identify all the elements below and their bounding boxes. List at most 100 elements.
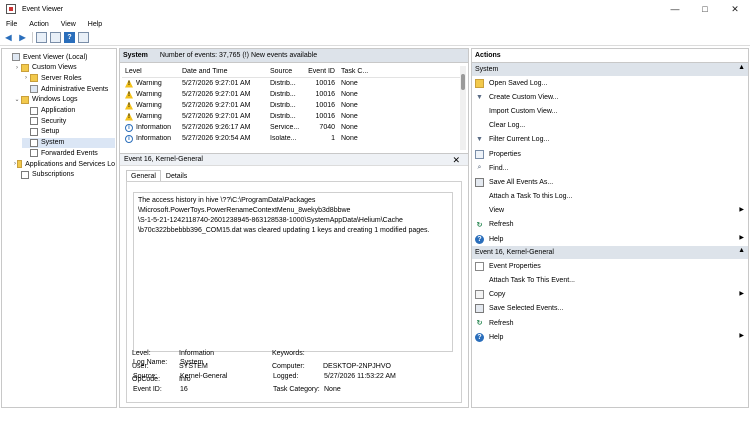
event-detail-title: Event 16, Kernel-General bbox=[124, 156, 203, 163]
actions-section-header[interactable]: Event 16, Kernel-General ▲ bbox=[472, 246, 748, 260]
blank-icon bbox=[475, 192, 484, 201]
action-item[interactable]: Attach a Task To this Log... bbox=[472, 190, 748, 204]
refresh-icon: ↻ bbox=[476, 320, 483, 328]
event-description[interactable]: The access history in hive \??\C:\Progra… bbox=[133, 192, 453, 352]
tree-item[interactable]: › Applications and Services Lo bbox=[13, 159, 115, 169]
table-row[interactable]: ! Warning 5/27/2026 9:27:01 AM Distrib... 10… bbox=[122, 89, 462, 100]
tree-item[interactable]: Event Viewer (Local) bbox=[4, 52, 115, 62]
folder-icon bbox=[21, 63, 29, 72]
events-scrollbar[interactable] bbox=[460, 66, 466, 150]
actions-list: System ▲ Open Saved Log... ▼ Create Custom V… bbox=[472, 63, 748, 344]
menu-view[interactable]: View bbox=[61, 21, 76, 28]
cell-source: Distrib... bbox=[270, 113, 296, 120]
description-line: \Microsoft.PowerToys.PowerRenameContextM… bbox=[138, 207, 351, 214]
show-hide-tree-icon[interactable] bbox=[50, 32, 61, 43]
back-arrow-icon[interactable]: ◀ bbox=[3, 32, 14, 43]
column-date-time[interactable]: Date and Time bbox=[179, 68, 267, 75]
submenu-arrow-icon: ▶ bbox=[739, 290, 744, 297]
cell-source: Distrib... bbox=[270, 91, 296, 98]
cell-level: ! Warning bbox=[122, 90, 179, 99]
table-row[interactable]: ! Warning 5/27/2026 9:27:01 AM Distrib... 10… bbox=[122, 100, 462, 111]
action-item[interactable]: View ▶ bbox=[472, 204, 748, 218]
table-row[interactable]: ! Warning 5/27/2026 9:27:01 AM Distrib... 10… bbox=[122, 78, 462, 89]
expand-chevron-icon[interactable]: › bbox=[13, 65, 21, 71]
cell-date-time: 5/27/2026 9:26:17 AM bbox=[182, 124, 251, 131]
help-icon: ? bbox=[475, 332, 484, 342]
menu-action[interactable]: Action bbox=[29, 21, 48, 28]
action-item[interactable]: Event Properties bbox=[472, 259, 748, 273]
column-source[interactable]: Source bbox=[267, 68, 305, 75]
action-item[interactable]: Copy ▶ bbox=[472, 288, 748, 302]
tree-item[interactable]: Application bbox=[22, 106, 115, 116]
copy-icon bbox=[475, 290, 484, 300]
column-level[interactable]: Level bbox=[122, 68, 179, 75]
collapse-section-icon[interactable]: ▲ bbox=[738, 247, 745, 254]
action-label: Attach Task To This Event... bbox=[489, 277, 575, 285]
tree-item[interactable]: Forwarded Events bbox=[22, 148, 115, 158]
level-text: Warning bbox=[136, 91, 162, 98]
table-row[interactable]: ! Warning 5/27/2026 9:27:01 AM Distrib... 10… bbox=[122, 111, 462, 122]
log-icon bbox=[30, 117, 38, 126]
action-item[interactable]: Save Selected Events... bbox=[472, 302, 748, 316]
action-item[interactable]: Attach Task To This Event... bbox=[472, 273, 748, 287]
actions-section-header[interactable]: System ▲ bbox=[472, 63, 748, 76]
action-item[interactable]: ↻ Refresh bbox=[472, 316, 748, 330]
tree-item[interactable]: › Server Roles bbox=[22, 73, 115, 83]
cell-date-time: 5/27/2026 9:27:01 AM bbox=[182, 102, 251, 109]
blank-icon bbox=[475, 276, 484, 285]
action-item[interactable]: ▼ Create Custom View... bbox=[472, 90, 748, 104]
action-item[interactable]: Properties bbox=[472, 147, 748, 161]
action-item[interactable]: ? Help ▶ bbox=[472, 330, 748, 344]
description-line: The access history in hive \??\C:\Progra… bbox=[138, 197, 316, 204]
menu-help[interactable]: Help bbox=[88, 21, 102, 28]
action-item[interactable]: ↻ Refresh bbox=[472, 218, 748, 232]
actions-title: Actions bbox=[472, 49, 748, 63]
show-hide-action-pane-icon[interactable] bbox=[78, 32, 89, 43]
collapse-section-icon[interactable]: ▲ bbox=[738, 64, 745, 71]
tree-item-label: Administrative Events bbox=[41, 85, 109, 93]
action-label: Filter Current Log... bbox=[489, 136, 550, 144]
tree-item[interactable]: Security bbox=[22, 116, 115, 126]
tree-item-label: Applications and Services Lo bbox=[25, 160, 115, 168]
action-item[interactable]: ⌕ Find... bbox=[472, 161, 748, 175]
expand-chevron-icon[interactable]: ⌄ bbox=[13, 96, 21, 103]
description-line: \S-1-5-21-1242118740-2601238945-86312853… bbox=[138, 217, 403, 224]
table-row[interactable]: i Information 5/27/2026 9:20:54 AM Isolate.… bbox=[122, 133, 462, 144]
minimize-button[interactable]: — bbox=[660, 0, 690, 18]
close-detail-icon[interactable]: ✕ bbox=[452, 155, 460, 166]
column-event-id[interactable]: Event ID bbox=[305, 68, 338, 75]
tree-item-label: Subscriptions bbox=[32, 171, 75, 179]
action-item[interactable]: Open Saved Log... bbox=[472, 76, 748, 90]
column-task-category[interactable]: Task C... bbox=[338, 68, 374, 75]
help-icon[interactable]: ? bbox=[64, 32, 75, 43]
up-folder-icon[interactable] bbox=[36, 32, 47, 43]
log-icon bbox=[30, 138, 38, 147]
tree-item[interactable]: › Custom Views bbox=[13, 63, 115, 73]
action-item[interactable]: Clear Log... bbox=[472, 119, 748, 133]
cell-level: i Information bbox=[122, 134, 179, 143]
action-label: Find... bbox=[489, 164, 509, 172]
tree-item[interactable]: ⌄ Windows Logs bbox=[13, 95, 115, 105]
tree-item[interactable]: Subscriptions bbox=[13, 170, 115, 180]
action-item[interactable]: ? Help ▶ bbox=[472, 232, 748, 246]
expand-chevron-icon[interactable]: › bbox=[22, 75, 30, 81]
toolbar-separator bbox=[32, 32, 33, 43]
table-row[interactable]: i Information 5/27/2026 9:26:17 AM Service.… bbox=[122, 122, 462, 133]
action-label: Copy bbox=[489, 291, 506, 299]
tree-item[interactable]: Setup bbox=[22, 127, 115, 137]
blank-icon bbox=[475, 121, 484, 130]
cell-task-category: None bbox=[341, 91, 358, 98]
tree-item[interactable]: Administrative Events bbox=[22, 84, 115, 94]
action-item[interactable]: ▼ Filter Current Log... bbox=[472, 133, 748, 147]
scrollbar-thumb[interactable] bbox=[461, 74, 465, 90]
menu-file[interactable]: File bbox=[6, 21, 17, 28]
tree-item-label: Windows Logs bbox=[32, 96, 78, 104]
action-item[interactable]: Save All Events As... bbox=[472, 175, 748, 189]
tree-item-label: Security bbox=[41, 117, 67, 125]
level-text: Information bbox=[136, 135, 172, 142]
tree-item[interactable]: System bbox=[22, 137, 115, 148]
close-button[interactable]: ✕ bbox=[720, 0, 750, 18]
maximize-button[interactable]: □ bbox=[690, 0, 720, 18]
action-item[interactable]: Import Custom View... bbox=[472, 104, 748, 118]
forward-arrow-icon[interactable]: ▶ bbox=[17, 32, 28, 43]
